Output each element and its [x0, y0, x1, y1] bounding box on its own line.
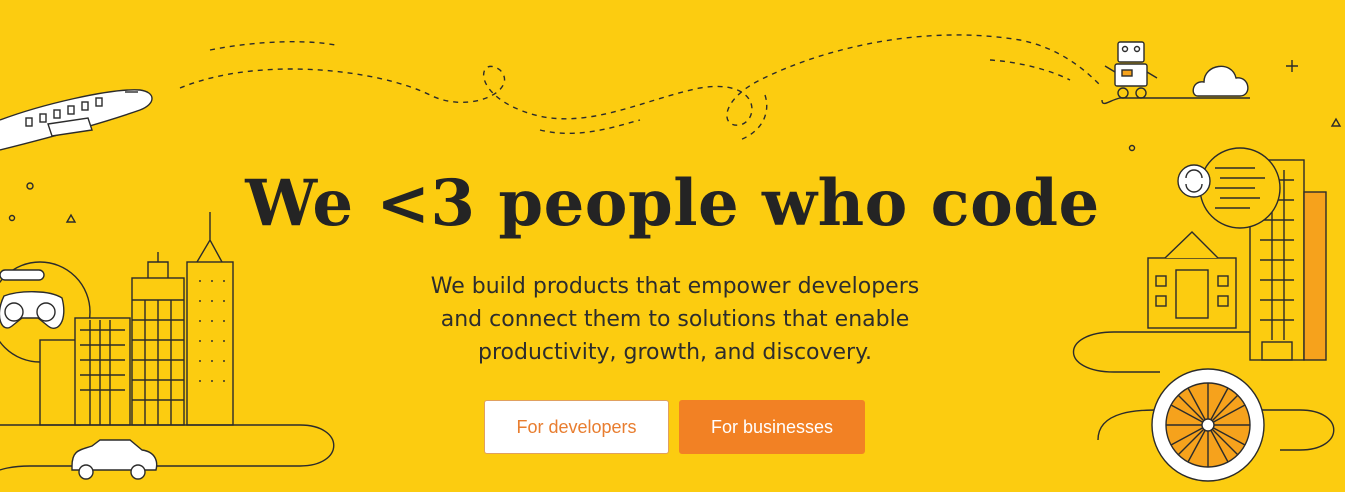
- hero-subtext: We build products that empower developer…: [430, 274, 920, 365]
- cloud-icon: [1192, 65, 1249, 97]
- ferris-wheel-icon: [1097, 368, 1335, 482]
- hero-headline: We <3 people who code: [245, 166, 1100, 241]
- hero-illustrations: [0, 34, 1342, 482]
- city-skyline-icon: [0, 212, 335, 471]
- for-developers-button[interactable]: For developers: [484, 400, 669, 454]
- for-businesses-button[interactable]: For businesses: [679, 400, 865, 454]
- hero-section: We <3 people who code We build products …: [0, 0, 1345, 492]
- airplane-icon: [0, 89, 153, 151]
- car-icon: [71, 439, 158, 480]
